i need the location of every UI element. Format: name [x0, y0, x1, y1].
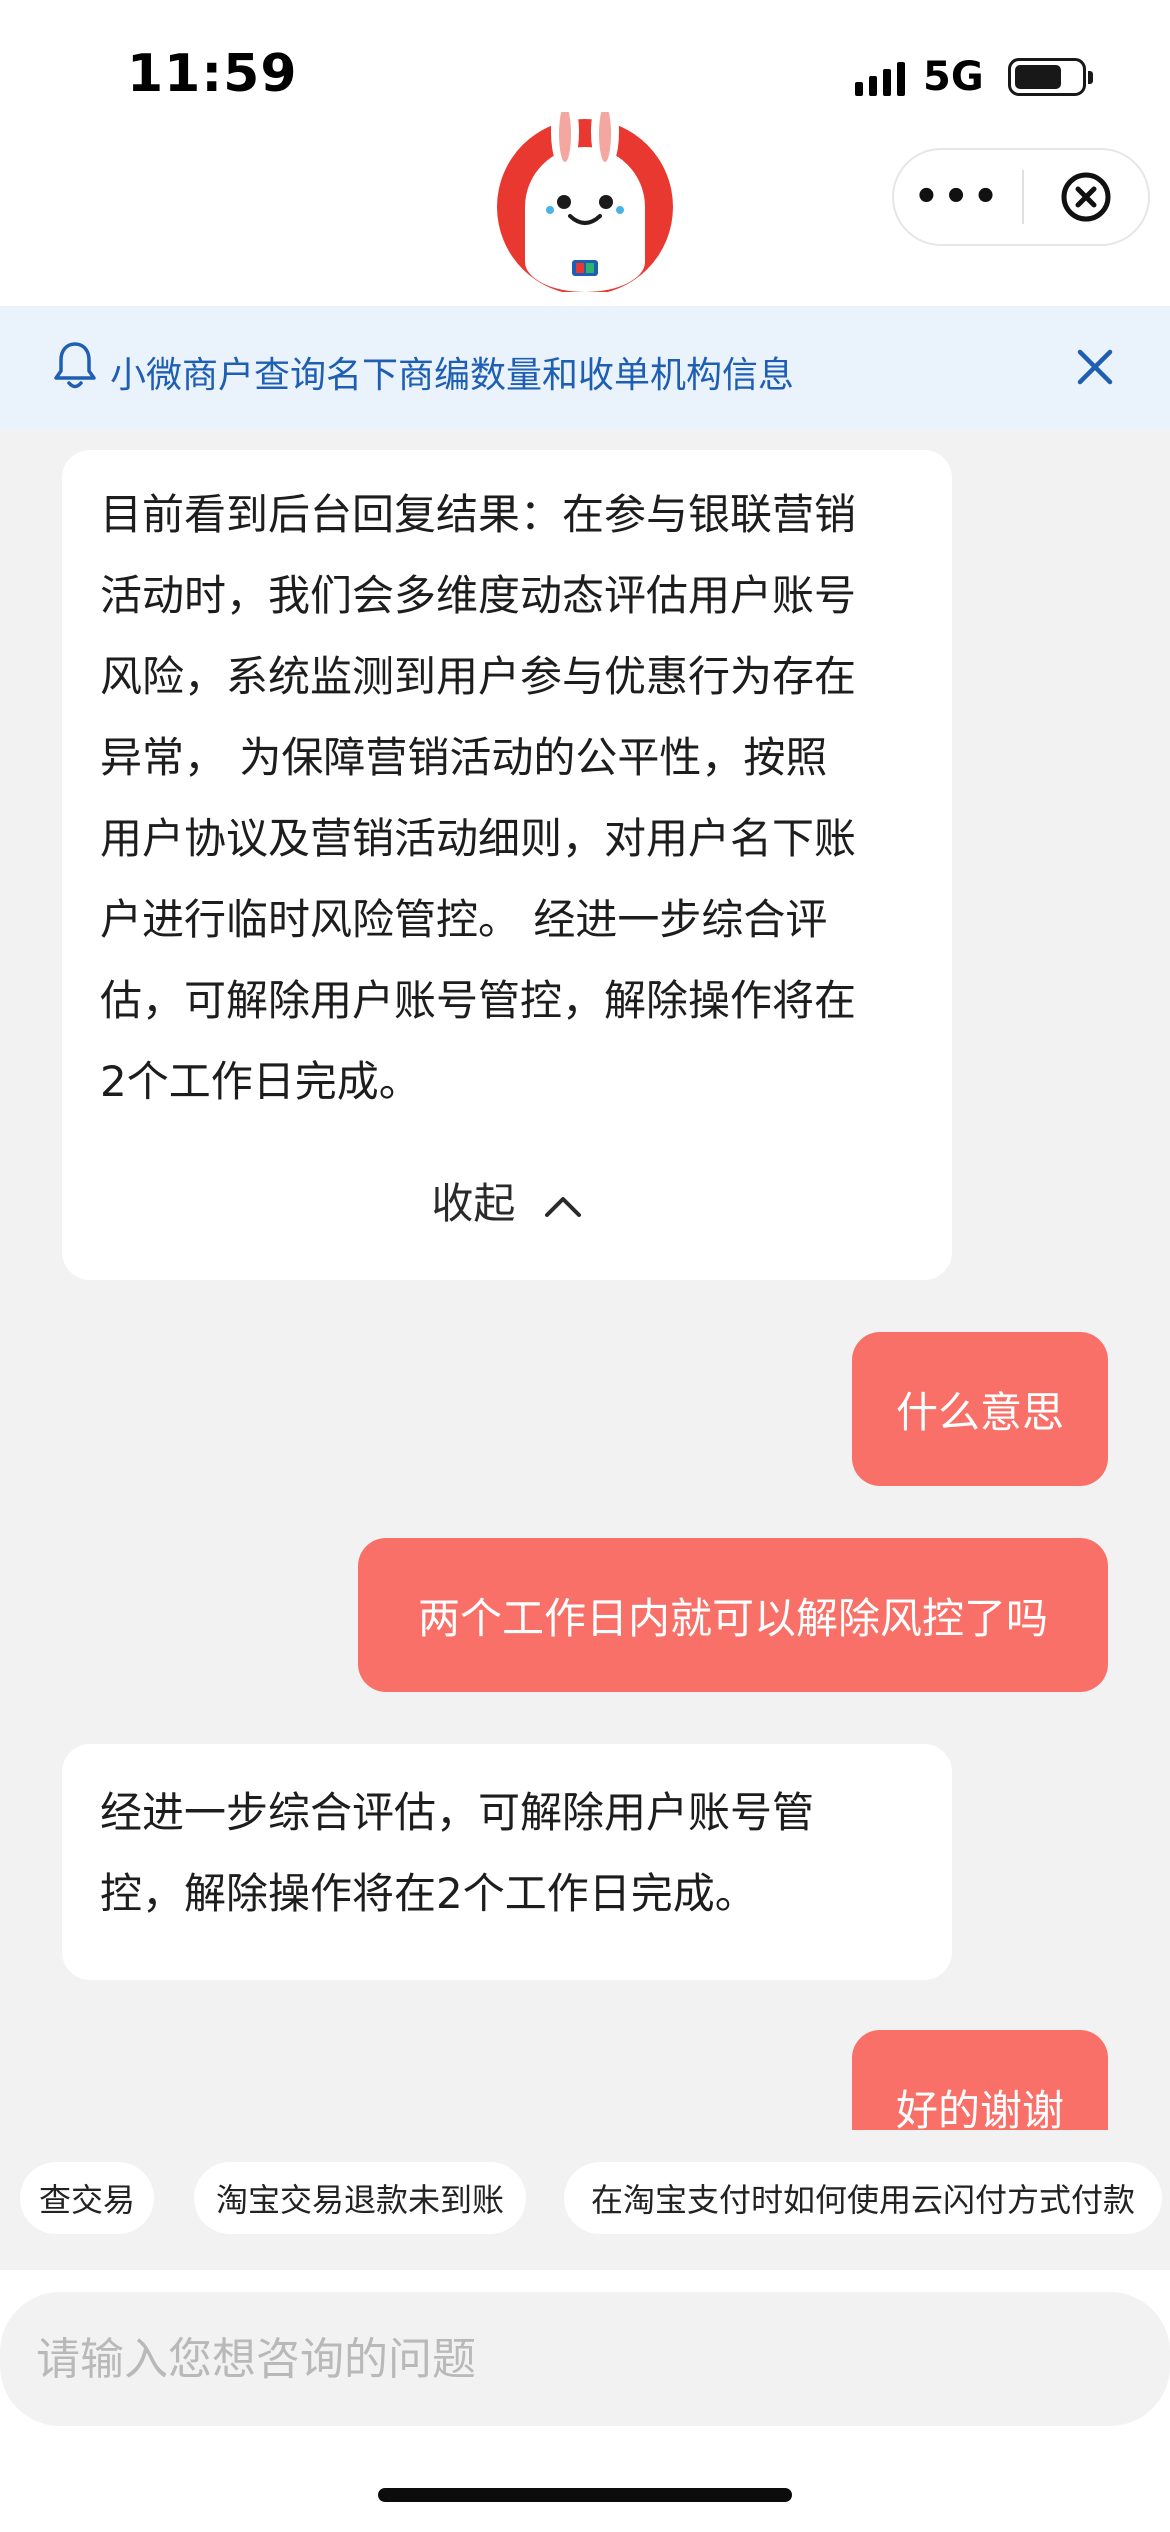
close-notice-icon[interactable]	[1072, 344, 1118, 390]
rabbit-mascot-icon	[497, 112, 673, 292]
message-line: 控，解除操作将在2个工作日完成。	[100, 1869, 757, 1918]
message-line: 2个工作日完成。	[100, 1057, 421, 1106]
message-text: 两个工作日内就可以解除风控了吗	[417, 1593, 1048, 1643]
message-text: 好的谢谢	[895, 2085, 1064, 2135]
collapse-button[interactable]: 收起	[62, 1170, 952, 1231]
user-message-bubble: 什么意思	[852, 1332, 1108, 1486]
question-input[interactable]	[0, 2292, 1170, 2426]
status-time: 11:59	[127, 44, 298, 104]
status-indicators: 5G	[855, 52, 1093, 102]
quick-reply-chip[interactable]: 淘宝交易退款未到账	[194, 2162, 526, 2234]
message-line: 异常， 为保障营销活动的公平性，按照	[100, 733, 828, 782]
notice-text[interactable]: 小微商户查询名下商编数量和收单机构信息	[110, 346, 794, 398]
bot-message-bubble: 目前看到后台回复结果：在参与银联营销 活动时，我们会多维度动态评估用户账号 风险…	[62, 450, 952, 1280]
chevron-up-icon	[544, 1196, 581, 1217]
close-miniapp-button[interactable]	[1024, 170, 1148, 224]
message-text: 什么意思	[895, 1387, 1064, 1437]
top-bar: 11:59 5G •••	[0, 0, 1170, 306]
quick-replies-bar: 查交易 淘宝交易退款未到账 在淘宝支付时如何使用云闪付方式付款	[0, 2130, 1170, 2270]
collapse-label: 收起	[431, 1179, 516, 1228]
message-line: 活动时，我们会多维度动态评估用户账号	[100, 571, 857, 620]
notice-bar[interactable]: 小微商户查询名下商编数量和收单机构信息	[0, 306, 1170, 430]
network-type: 5G	[923, 54, 984, 100]
message-line: 目前看到后台回复结果：在参与银联营销	[100, 490, 857, 539]
more-options-button[interactable]: •••	[894, 174, 1022, 220]
message-line: 用户协议及营销活动细则，对用户名下账	[100, 814, 857, 863]
message-line: 经进一步综合评估，可解除用户账号管	[100, 1788, 815, 1837]
user-message-bubble: 两个工作日内就可以解除风控了吗	[358, 1538, 1108, 1692]
home-indicator	[378, 2488, 792, 2502]
quick-reply-chip[interactable]: 查交易	[20, 2162, 154, 2234]
miniapp-capsule: •••	[892, 148, 1150, 246]
message-line: 风险，系统监测到用户参与优惠行为存在	[100, 652, 857, 701]
bot-message-bubble: 经进一步综合评估，可解除用户账号管 控，解除操作将在2个工作日完成。	[62, 1744, 952, 1980]
bell-icon	[54, 342, 96, 389]
message-line: 户进行临时风险管控。 经进一步综合评	[100, 895, 828, 944]
quick-reply-chip[interactable]: 在淘宝支付时如何使用云闪付方式付款	[564, 2162, 1162, 2234]
message-line: 估，可解除用户账号管控，解除操作将在	[100, 976, 857, 1025]
battery-icon	[1007, 58, 1093, 96]
cellular-signal-icon	[855, 58, 905, 96]
circle-close-icon	[1061, 172, 1111, 222]
